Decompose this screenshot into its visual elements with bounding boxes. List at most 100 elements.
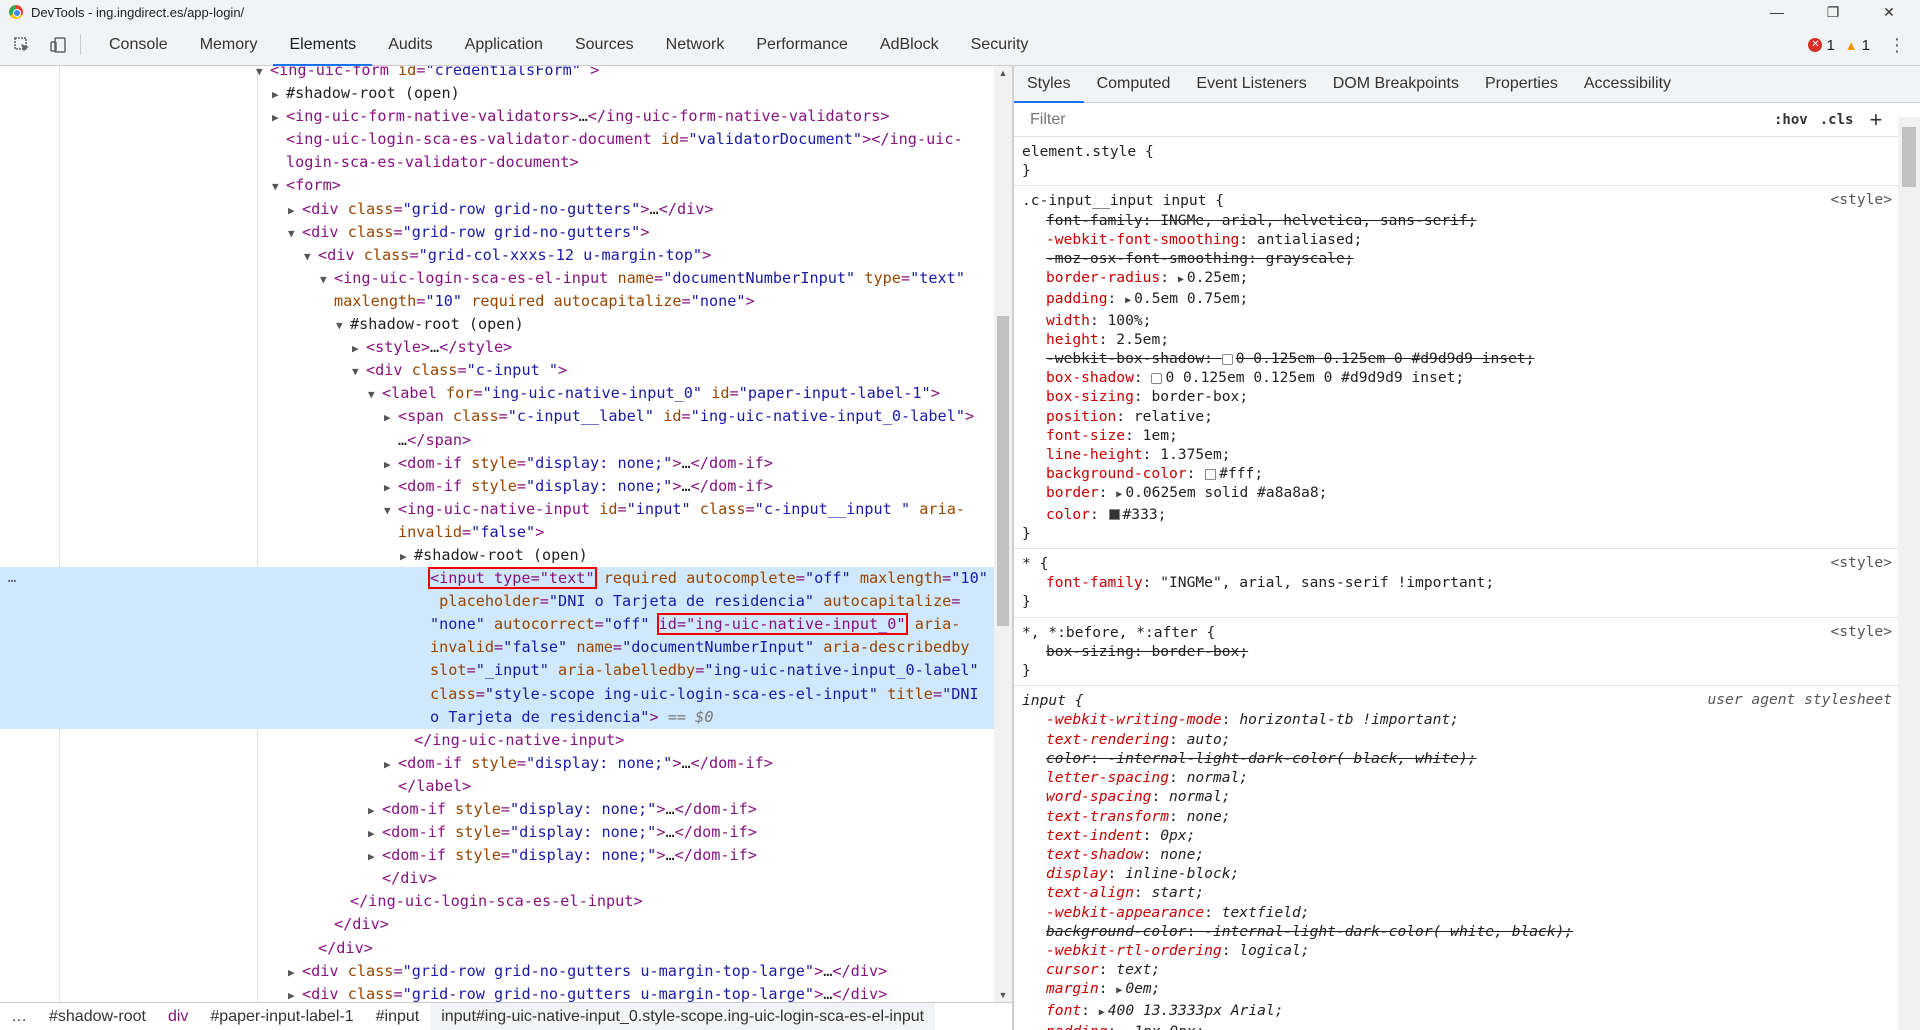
tab-adblock[interactable]: AdBlock — [864, 24, 955, 65]
rule-source-link[interactable]: user agent stylesheet — [1707, 691, 1892, 708]
tab-memory[interactable]: Memory — [184, 24, 274, 65]
style-rule[interactable]: .c-input__input input {<style> font-famil… — [1014, 186, 1898, 550]
dom-node-line[interactable]: ▶ #shadow-root (open) — [0, 82, 994, 105]
dom-node-line[interactable]: ▶ <dom-if style="display: none;">…</dom-i… — [0, 752, 994, 775]
property-value[interactable]: inline-block; — [1125, 865, 1239, 882]
rule-selector[interactable]: .c-input__input input { — [1022, 191, 1890, 210]
property-value[interactable]: start; — [1151, 884, 1204, 901]
dom-node-line[interactable]: ▼ <ing-uic-login-sca-es-el-input name="do… — [0, 267, 994, 290]
property-name[interactable]: -webkit-writing-mode — [1046, 711, 1222, 728]
expand-arrow-icon[interactable]: ▶ — [368, 799, 382, 822]
css-property[interactable]: box-sizing: border-box; — [1022, 642, 1890, 661]
dom-node-line[interactable]: maxlength="10" required autocapitalize="… — [0, 290, 994, 313]
scroll-up-arrow-icon[interactable]: ▲ — [994, 66, 1012, 80]
css-property[interactable]: font-family: "INGMe", arial, sans-serif … — [1022, 573, 1890, 592]
css-property[interactable]: padding: ▶ 0.5em 0.75em; — [1022, 289, 1890, 310]
dom-node-line[interactable]: ▶ #shadow-root (open) — [0, 544, 994, 567]
property-name[interactable]: box-sizing — [1046, 388, 1134, 405]
property-value[interactable]: 0px; — [1160, 827, 1195, 844]
dom-node-line[interactable]: ▼ <label for="ing-uic-native-input_0" id=… — [0, 382, 994, 405]
property-value[interactable]: none; — [1160, 846, 1204, 863]
dom-node-line[interactable]: ▼ <div class="grid-row grid-no-gutters"> — [0, 221, 994, 244]
property-value[interactable]: "INGMe", arial, sans-serif !important; — [1160, 574, 1494, 591]
css-property[interactable]: text-align: start; — [1022, 883, 1890, 902]
property-value[interactable]: 2.5em; — [1116, 331, 1169, 348]
property-name[interactable]: position — [1046, 408, 1116, 425]
property-name[interactable]: margin — [1046, 980, 1099, 997]
property-name[interactable]: -moz-osx-font-smoothing — [1046, 250, 1248, 267]
sidebar-tab-event-listeners[interactable]: Event Listeners — [1183, 66, 1319, 102]
property-value[interactable]: textfield; — [1222, 904, 1310, 921]
css-property[interactable]: font-size: 1em; — [1022, 426, 1890, 445]
expand-arrow-icon[interactable]: ▶ — [288, 199, 302, 222]
css-property[interactable]: cursor: text; — [1022, 960, 1890, 979]
styles-scrollbar[interactable] — [1898, 117, 1920, 1030]
expand-arrow-icon[interactable]: ▶ — [384, 476, 398, 499]
dom-node-selected[interactable]: invalid="false" name="documentNumberInpu… — [0, 636, 994, 660]
css-property[interactable]: width: 100%; — [1022, 311, 1890, 330]
rule-selector[interactable]: * { — [1022, 554, 1890, 573]
collapse-arrow-icon[interactable]: ▼ — [304, 245, 318, 268]
css-property[interactable]: text-indent: 0px; — [1022, 826, 1890, 845]
dom-node-line[interactable]: ▶ <dom-if style="display: none;">…</dom-i… — [0, 452, 994, 475]
css-property[interactable]: text-shadow: none; — [1022, 845, 1890, 864]
property-name[interactable]: color — [1046, 750, 1090, 767]
property-value[interactable]: -internal-light-dark-color( black, white… — [1108, 750, 1477, 767]
css-property[interactable]: word-spacing: normal; — [1022, 787, 1890, 806]
collapse-arrow-icon[interactable]: ▼ — [272, 175, 286, 198]
expand-shorthand-icon[interactable]: ▶ — [1116, 985, 1122, 996]
property-name[interactable]: font-family — [1046, 212, 1143, 229]
issue-counters[interactable]: ✕ 1 ▲ 1 — [1808, 24, 1870, 66]
property-name[interactable]: text-shadow — [1046, 846, 1143, 863]
collapse-arrow-icon[interactable]: ▼ — [336, 314, 350, 337]
css-property[interactable]: -moz-osx-font-smoothing: grayscale; — [1022, 249, 1890, 268]
collapse-arrow-icon[interactable]: ▼ — [352, 360, 366, 383]
css-property[interactable]: background-color: #fff; — [1022, 464, 1890, 483]
breadcrumb-item[interactable]: … — [0, 1008, 38, 1026]
sidebar-tab-properties[interactable]: Properties — [1472, 66, 1571, 102]
style-rule[interactable]: element.style {} — [1014, 137, 1898, 187]
breadcrumb-item[interactable]: input#ing-uic-native-input_0.style-scope… — [430, 1003, 936, 1030]
css-property[interactable]: box-shadow: 0 0.125em 0.125em 0 #d9d9d9 … — [1022, 368, 1890, 387]
dom-node-line[interactable]: ▶ <ing-uic-form-native-validators>…</ing-… — [0, 105, 994, 128]
css-property[interactable]: height: 2.5em; — [1022, 330, 1890, 349]
dom-node-line[interactable]: </div> — [0, 913, 994, 936]
css-property[interactable]: letter-spacing: normal; — [1022, 768, 1890, 787]
property-name[interactable]: letter-spacing — [1046, 769, 1169, 786]
collapse-arrow-icon[interactable]: ▼ — [288, 222, 302, 245]
scroll-down-arrow-icon[interactable]: ▼ — [994, 988, 1012, 1002]
expand-arrow-icon[interactable]: ▶ — [288, 984, 302, 1002]
dom-node-line[interactable]: ▶ <div class="grid-row grid-no-gutters">…… — [0, 198, 994, 221]
css-property[interactable]: -webkit-rtl-ordering: logical; — [1022, 941, 1890, 960]
shadow-editor-icon[interactable] — [1151, 372, 1163, 384]
tab-application[interactable]: Application — [449, 24, 559, 65]
tab-sources[interactable]: Sources — [559, 24, 650, 65]
property-name[interactable]: background-color — [1046, 465, 1187, 482]
tab-network[interactable]: Network — [650, 24, 741, 65]
dom-node-line[interactable]: <ing-uic-login-sca-es-validator-document… — [0, 128, 994, 151]
elements-tree-panel[interactable]: ▼ <ing-uic-form id="credentialsForm" > ▶ #s… — [0, 66, 1012, 1002]
dom-node-line[interactable]: </ing-uic-login-sca-es-el-input> — [0, 890, 994, 913]
dom-node-line[interactable]: ▶ <div class="grid-row grid-no-gutters u-… — [0, 983, 994, 1002]
dom-node-selected[interactable]: slot="_input" aria-labelledby="ing-uic-n… — [0, 659, 994, 683]
scrollbar-thumb[interactable] — [1902, 127, 1916, 187]
property-value[interactable]: border-box; — [1151, 643, 1248, 660]
shadow-editor-icon[interactable] — [1221, 353, 1233, 365]
expand-arrow-icon[interactable]: ▶ — [368, 845, 382, 868]
property-value[interactable]: border-box; — [1151, 388, 1248, 405]
expand-arrow-icon[interactable]: ▶ — [400, 545, 414, 568]
elements-scrollbar[interactable]: ▲ ▼ — [994, 66, 1012, 1002]
dom-node-line[interactable]: ▶ <dom-if style="display: none;">…</dom-i… — [0, 475, 994, 498]
css-property[interactable]: display: inline-block; — [1022, 864, 1890, 883]
style-rule[interactable]: *, *:before, *:after {<style> box-sizing:… — [1014, 618, 1898, 687]
breadcrumb-item[interactable]: #input — [365, 1008, 431, 1026]
sidebar-tab-styles[interactable]: Styles — [1014, 66, 1084, 103]
css-property[interactable]: border-radius: ▶ 0.25em; — [1022, 268, 1890, 289]
expand-arrow-icon[interactable]: ▶ — [272, 106, 286, 129]
property-name[interactable]: width — [1046, 312, 1090, 329]
css-property[interactable]: color: #333; — [1022, 505, 1890, 524]
css-property[interactable]: -webkit-appearance: textfield; — [1022, 903, 1890, 922]
property-value[interactable]: 400 13.3333px Arial; — [1108, 1002, 1284, 1019]
property-value[interactable]: 1em; — [1143, 427, 1178, 444]
tab-security[interactable]: Security — [955, 24, 1045, 65]
